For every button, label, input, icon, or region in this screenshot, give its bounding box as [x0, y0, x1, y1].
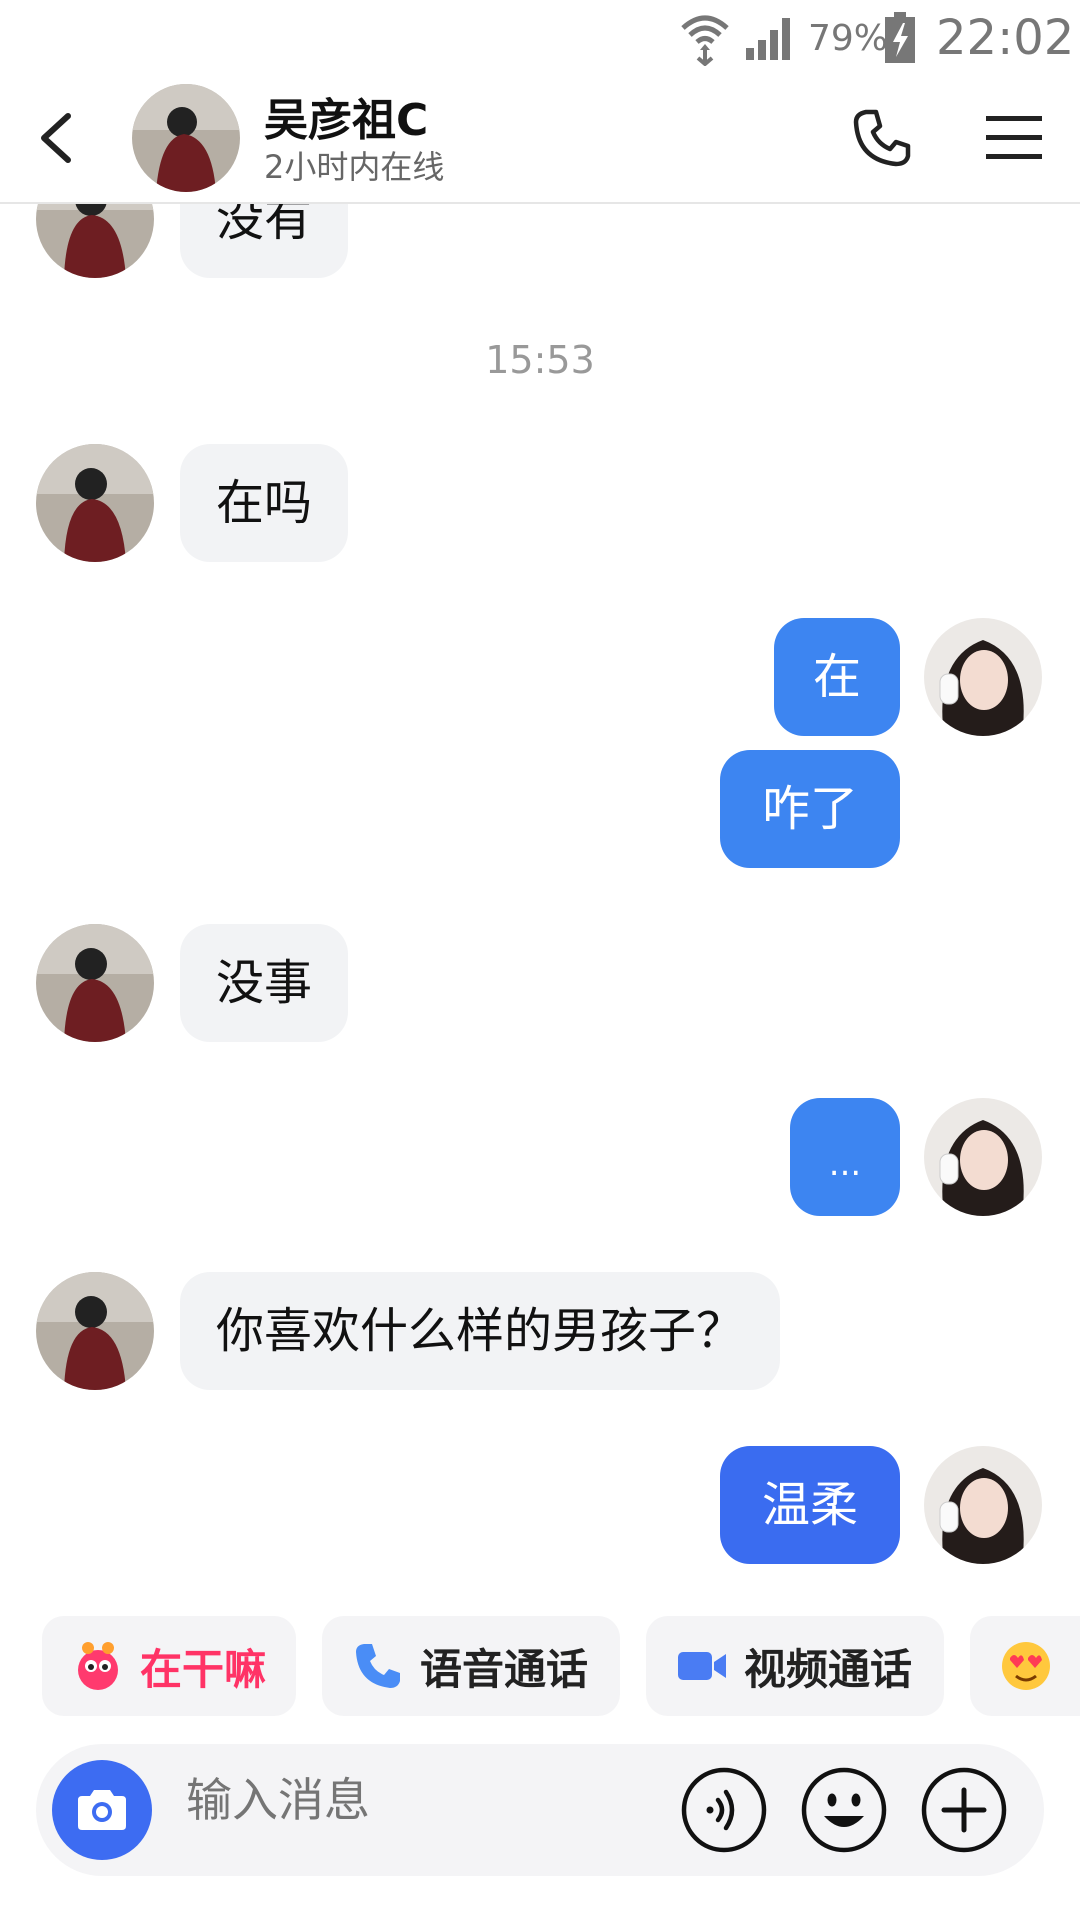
add-more-icon[interactable]: [920, 1766, 1008, 1854]
message-input-bar: [36, 1744, 1044, 1876]
message-bubble-outgoing[interactable]: 温柔: [720, 1446, 900, 1564]
emoji-icon[interactable]: [800, 1766, 888, 1854]
message-text: 你喜欢什么样的男孩子？: [216, 1303, 745, 1359]
message-text: 温柔: [761, 1477, 858, 1533]
message-input[interactable]: [184, 1772, 688, 1828]
online-status: 2小时内在线: [264, 148, 445, 186]
my-avatar[interactable]: [924, 1446, 1042, 1564]
contact-name: 吴彦祖C: [264, 95, 429, 146]
message-timestamp: 15:53: [485, 338, 595, 382]
video-camera-icon: [678, 1652, 726, 1680]
voice-input-icon[interactable]: [680, 1766, 768, 1854]
message-list[interactable]: 没有 15:53 在吗 在 咋了 没事 ... 你喜欢什么样的男孩子？ 温柔: [0, 0, 1080, 1600]
contact-avatar[interactable]: [132, 84, 240, 192]
quick-action-voice-call[interactable]: 语音通话: [322, 1616, 620, 1716]
camera-button[interactable]: [52, 1760, 152, 1860]
quick-action-bar: 在干嘛 语音通话 视频通话: [0, 1616, 1080, 1720]
chat-header: 吴彦祖C 2小时内在线: [0, 78, 1080, 204]
quick-action-video-call[interactable]: 视频通话: [646, 1616, 944, 1716]
chip-label: 语音通话: [420, 1644, 589, 1694]
camera-icon: [78, 1790, 126, 1830]
message-bubble-outgoing[interactable]: 咋了: [720, 750, 900, 868]
quick-action-emoji[interactable]: [970, 1616, 1080, 1716]
menu-icon[interactable]: [984, 112, 1044, 164]
contact-avatar[interactable]: [36, 1272, 154, 1390]
my-avatar[interactable]: [924, 618, 1042, 736]
phone-call-icon[interactable]: [850, 106, 914, 170]
message-text: 在吗: [216, 475, 313, 531]
message-bubble-incoming[interactable]: 没事: [180, 924, 349, 1042]
message-bubble-incoming[interactable]: 你喜欢什么样的男孩子？: [180, 1272, 781, 1390]
contact-avatar[interactable]: [36, 924, 154, 1042]
message-text: 咋了: [761, 781, 858, 837]
message-text: ...: [828, 1144, 862, 1184]
message-text: 没事: [216, 955, 313, 1011]
quick-action-what-doing[interactable]: 在干嘛: [42, 1616, 296, 1716]
my-avatar[interactable]: [924, 1098, 1042, 1216]
message-bubble-outgoing[interactable]: 在: [774, 618, 900, 736]
message-text: 在: [812, 649, 861, 705]
heart-eyes-emoji-icon: [1002, 1642, 1050, 1690]
message-bubble-outgoing[interactable]: ...: [790, 1098, 900, 1216]
message-bubble-incoming[interactable]: 在吗: [180, 444, 349, 562]
chip-label: 在干嘛: [140, 1644, 267, 1694]
contact-avatar[interactable]: [36, 444, 154, 562]
ghost-icon: [78, 1642, 118, 1690]
back-arrow-icon[interactable]: [30, 108, 90, 168]
chip-label: 视频通话: [744, 1644, 913, 1694]
phone-icon: [356, 1644, 400, 1688]
